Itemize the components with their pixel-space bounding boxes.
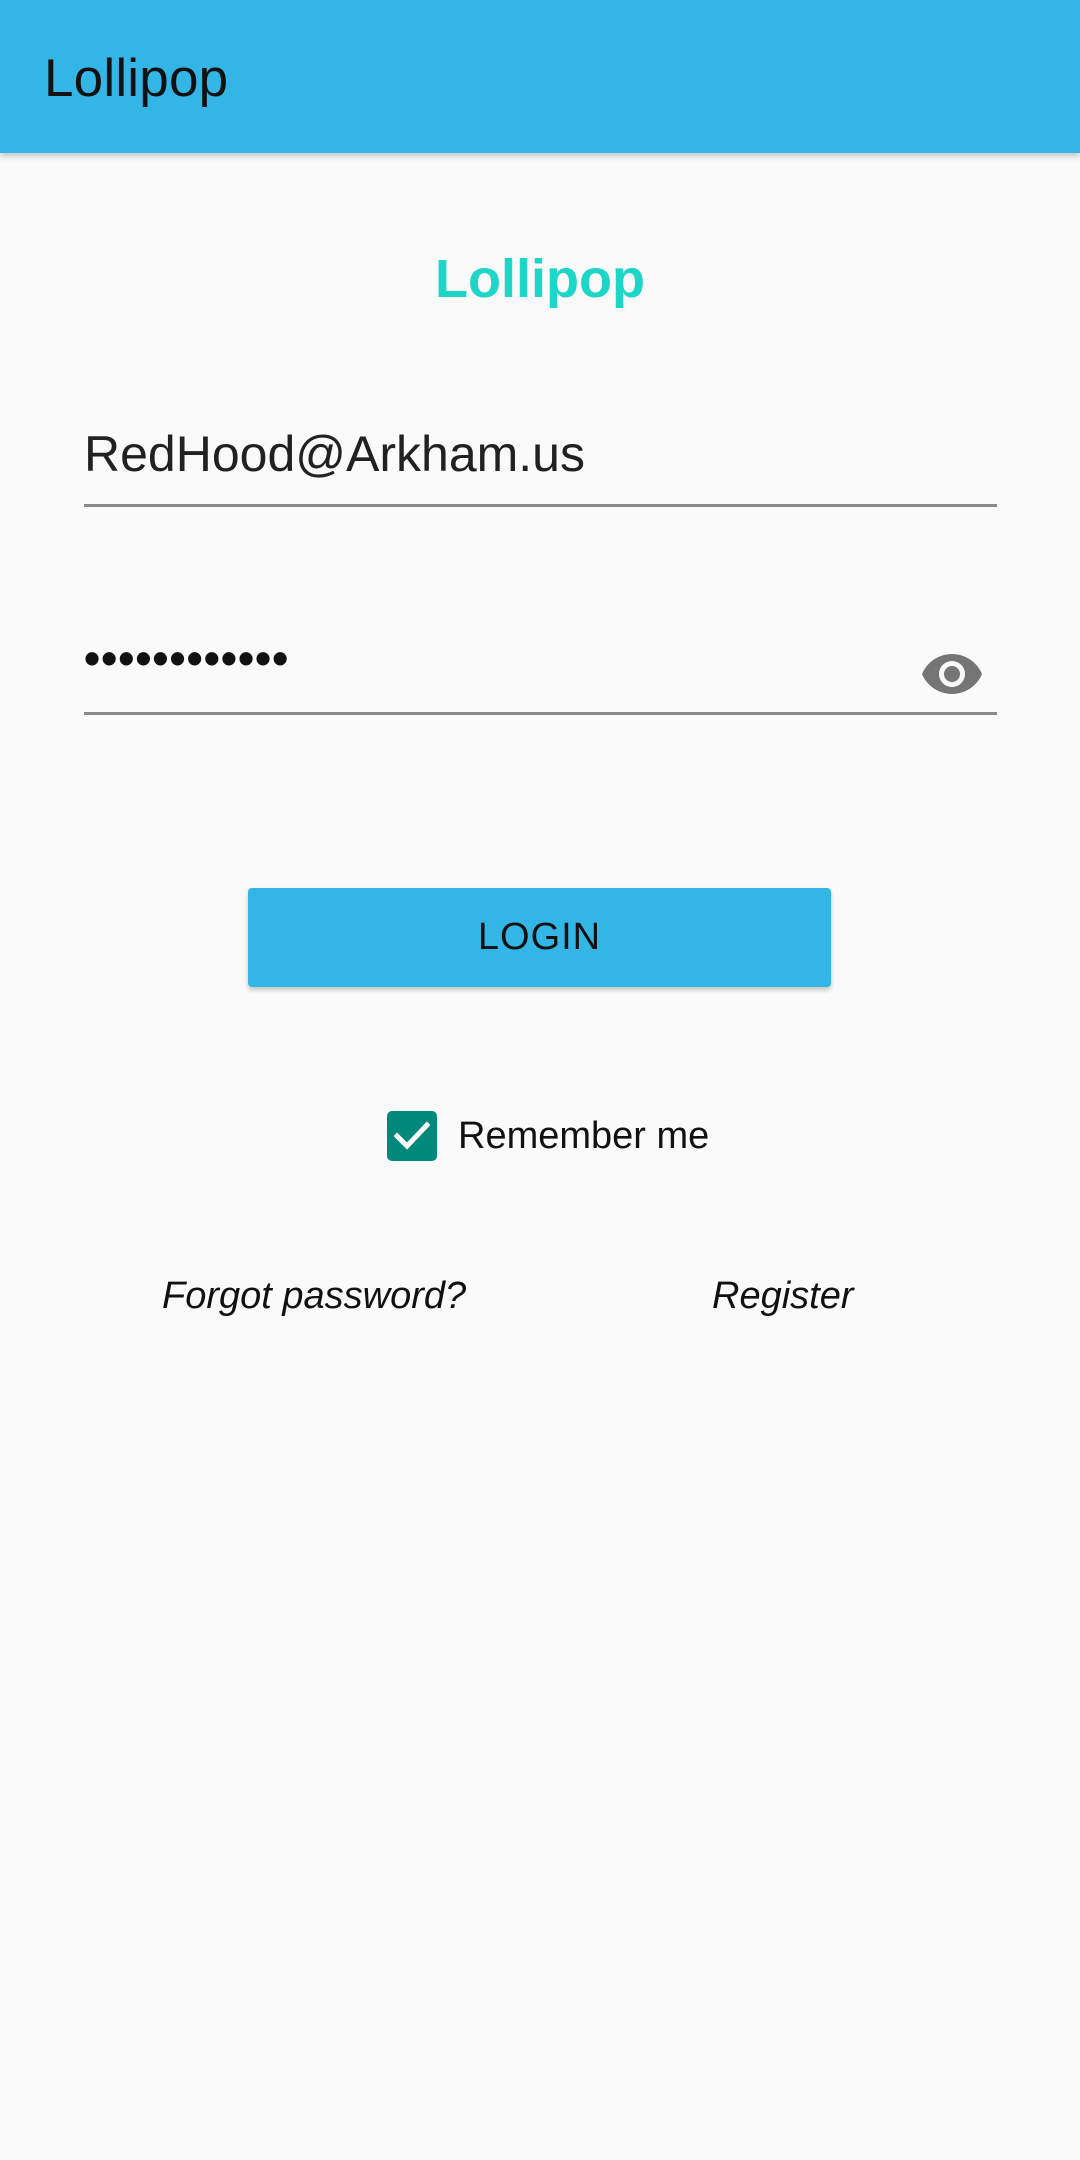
password-field[interactable]: ••••••••••••: [84, 630, 997, 715]
password-value: ••••••••••••: [84, 632, 290, 684]
forgot-password-link[interactable]: Forgot password?: [162, 1271, 466, 1321]
remember-me-label[interactable]: Remember me: [458, 1111, 709, 1161]
login-button[interactable]: LOGIN: [248, 888, 831, 987]
register-link[interactable]: Register: [712, 1271, 854, 1321]
app-bar-title: Lollipop: [44, 49, 229, 108]
remember-me-checkbox[interactable]: [387, 1111, 437, 1161]
email-value: RedHood@Arkham.us: [84, 426, 585, 482]
eye-icon[interactable]: [921, 652, 983, 696]
remember-me-row[interactable]: Remember me: [387, 1111, 787, 1161]
email-field[interactable]: RedHood@Arkham.us: [84, 420, 997, 507]
app-bar: Lollipop: [0, 0, 1080, 153]
brand-title: Lollipop: [435, 249, 645, 309]
